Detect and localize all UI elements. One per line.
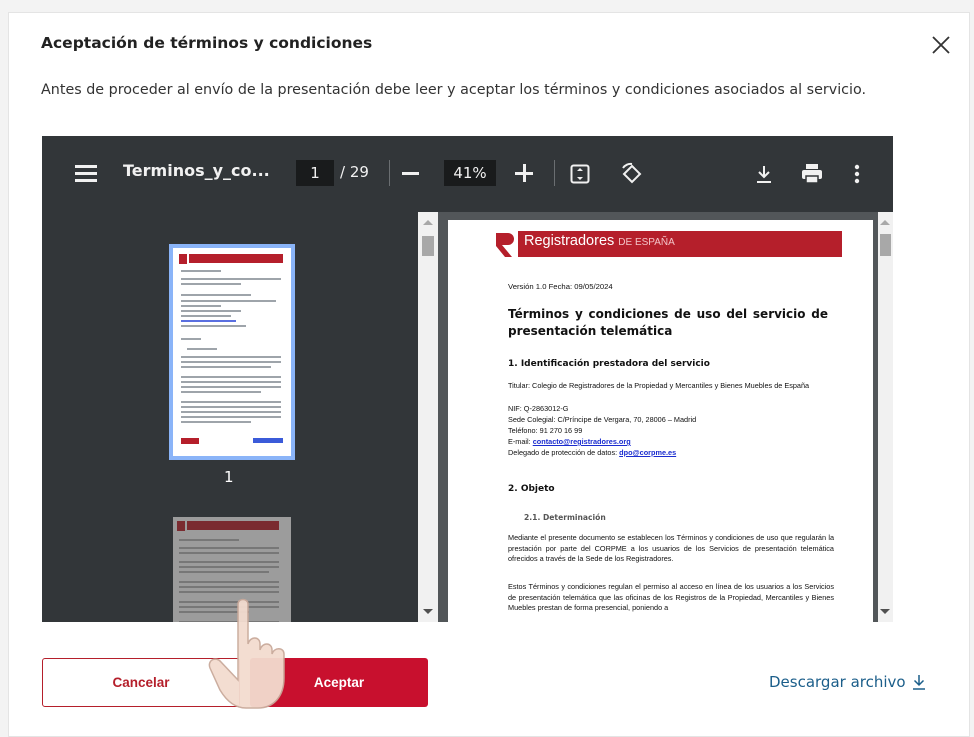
download-file-label: Descargar archivo <box>769 673 906 691</box>
document-scroll-thumb[interactable] <box>880 234 891 256</box>
menu-icon[interactable] <box>75 165 97 182</box>
dpo-line: Delegado de protección de datos: dpo@cor… <box>508 448 677 457</box>
thumbnail-page-number: 1 <box>224 468 234 486</box>
zoom-out-button[interactable] <box>402 172 419 175</box>
zoom-in-button[interactable] <box>515 164 533 182</box>
dpo-email-link[interactable]: dpo@corpme.es <box>619 448 676 457</box>
pdf-filename: Terminos_y_co... <box>123 161 270 180</box>
paragraph: Estos Términos y condiciones regulan el … <box>508 582 834 613</box>
document-logo-text: Registradores DE ESPAÑA <box>524 233 675 249</box>
pdf-viewer: Terminos_y_co... 1 / 29 41% 1 Registrado… <box>42 136 893 622</box>
fit-page-icon[interactable] <box>570 164 590 184</box>
dialog-title: Aceptación de términos y condiciones <box>41 34 373 52</box>
sidebar-scrollbar[interactable] <box>418 212 438 622</box>
scroll-up-arrow-icon[interactable] <box>880 220 890 225</box>
toolbar-divider <box>389 160 390 186</box>
document-version: Versión 1.0 Fecha: 09/05/2024 <box>508 282 613 291</box>
document-title: Términos y condiciones de uso del servic… <box>508 307 828 338</box>
scroll-down-arrow-icon[interactable] <box>880 609 890 614</box>
email-link[interactable]: contacto@registradores.org <box>533 437 631 446</box>
page-total: / 29 <box>340 163 369 181</box>
page-thumbnail-1[interactable] <box>169 244 295 460</box>
titular-text: Titular: Colegio de Registradores de la … <box>508 381 810 390</box>
toolbar-divider <box>554 160 555 186</box>
registradores-logo-icon <box>496 233 514 257</box>
document-area: Registradores DE ESPAÑA Versión 1.0 Fech… <box>438 212 893 622</box>
download-file-link[interactable]: Descargar archivo <box>769 673 926 691</box>
nif-text: NIF: Q-2863012-G <box>508 404 569 413</box>
dialog-description: Antes de proceder al envío de la present… <box>41 82 867 98</box>
email-line: E-mail: contacto@registradores.org <box>508 437 631 446</box>
zoom-input[interactable]: 41% <box>444 160 496 186</box>
page-number-input[interactable]: 1 <box>296 160 334 186</box>
subsection-heading: 2.1. Determinación <box>524 513 606 522</box>
download-arrow-icon <box>912 675 925 690</box>
paragraph: Mediante el presente documento se establ… <box>508 533 834 564</box>
document-scrollbar[interactable] <box>878 212 893 622</box>
more-options-icon[interactable] <box>854 164 860 184</box>
sede-text: Sede Colegial: C/Príncipe de Vergara, 70… <box>508 415 697 424</box>
section-heading: 2. Objeto <box>508 484 555 494</box>
rotate-icon[interactable] <box>620 162 644 186</box>
section-heading: 1. Identificación prestadora del servici… <box>508 359 710 369</box>
sidebar-scroll-thumb[interactable] <box>422 236 434 256</box>
download-icon[interactable] <box>755 164 773 184</box>
pdf-page: Registradores DE ESPAÑA Versión 1.0 Fech… <box>448 220 873 622</box>
pdf-toolbar: Terminos_y_co... 1 / 29 41% <box>42 136 893 212</box>
pointer-hand-icon <box>208 598 285 709</box>
print-icon[interactable] <box>801 163 823 184</box>
telefono-text: Teléfono: 91 270 16 99 <box>508 426 583 435</box>
scroll-down-arrow-icon[interactable] <box>423 609 433 614</box>
close-icon[interactable] <box>930 34 952 56</box>
scroll-up-arrow-icon[interactable] <box>423 220 433 225</box>
